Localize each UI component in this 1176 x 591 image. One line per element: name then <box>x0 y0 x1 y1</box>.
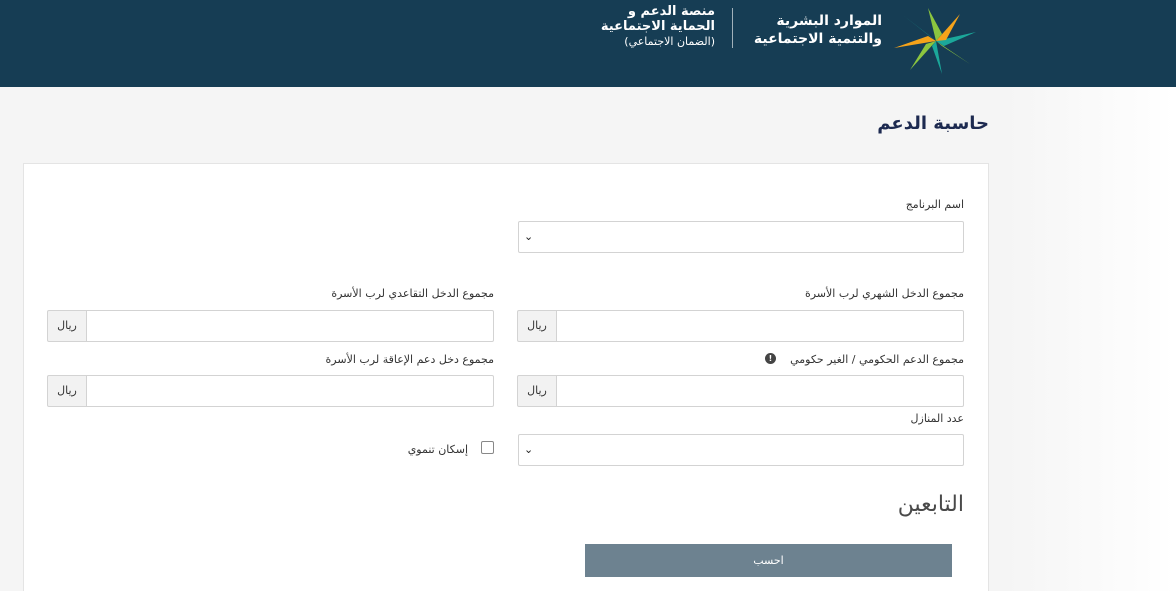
currency-addon: ريال <box>47 310 87 342</box>
retirement-income-label: مجموع الدخل التقاعدي لرب الأسرة <box>331 287 494 300</box>
retirement-income-input[interactable] <box>86 310 494 342</box>
info-icon[interactable]: ! <box>765 353 776 364</box>
housing-label: إسكان تنموي <box>407 443 468 456</box>
ministry-name: الموارد البشرية والتنمية الاجتماعية <box>740 12 882 48</box>
page-title: حاسبة الدعم <box>877 113 989 134</box>
calculate-button[interactable]: احسب <box>585 544 952 577</box>
ministry-name-line1: الموارد البشرية <box>776 13 882 29</box>
dependents-title: التابعين <box>897 492 964 517</box>
top-header: الموارد البشرية والتنمية الاجتماعية منصة… <box>0 0 1176 87</box>
monthly-income-label: مجموع الدخل الشهري لرب الأسرة <box>804 287 964 300</box>
gov-support-group: ريال <box>517 375 964 407</box>
disability-income-label: مجموع دخل دعم الإعاقة لرب الأسرة <box>325 353 494 366</box>
header-divider <box>732 8 733 48</box>
ministry-logo-icon <box>894 8 976 74</box>
platform-name-line1: منصة الدعم و <box>627 4 715 19</box>
monthly-income-input[interactable] <box>556 310 964 342</box>
program-name-select[interactable]: ⌄ <box>518 221 964 253</box>
currency-addon: ريال <box>517 310 557 342</box>
program-name-label: اسم البرنامج <box>905 198 964 211</box>
retirement-income-group: ريال <box>47 310 494 342</box>
platform-name-line3: (الضمان الاجتماعي) <box>624 35 715 48</box>
gov-support-label: مجموع الدعم الحكومي / الغير حكومي <box>790 353 964 366</box>
currency-addon: ريال <box>517 375 557 407</box>
chevron-down-icon: ⌄ <box>524 230 534 243</box>
chevron-down-icon: ⌄ <box>524 443 534 456</box>
housing-checkbox[interactable] <box>481 441 494 454</box>
monthly-income-group: ريال <box>517 310 964 342</box>
homes-count-select[interactable]: ⌄ <box>518 434 964 466</box>
ministry-name-line2: والتنمية الاجتماعية <box>753 31 882 47</box>
platform-name: منصة الدعم و الحماية الاجتماعية (الضمان … <box>585 4 715 49</box>
gov-support-input[interactable] <box>556 375 964 407</box>
homes-count-label: عدد المنازل <box>910 412 964 425</box>
disability-income-input[interactable] <box>86 375 494 407</box>
platform-name-line2: الحماية الاجتماعية <box>600 19 715 34</box>
disability-income-group: ريال <box>47 375 494 407</box>
currency-addon: ريال <box>47 375 87 407</box>
